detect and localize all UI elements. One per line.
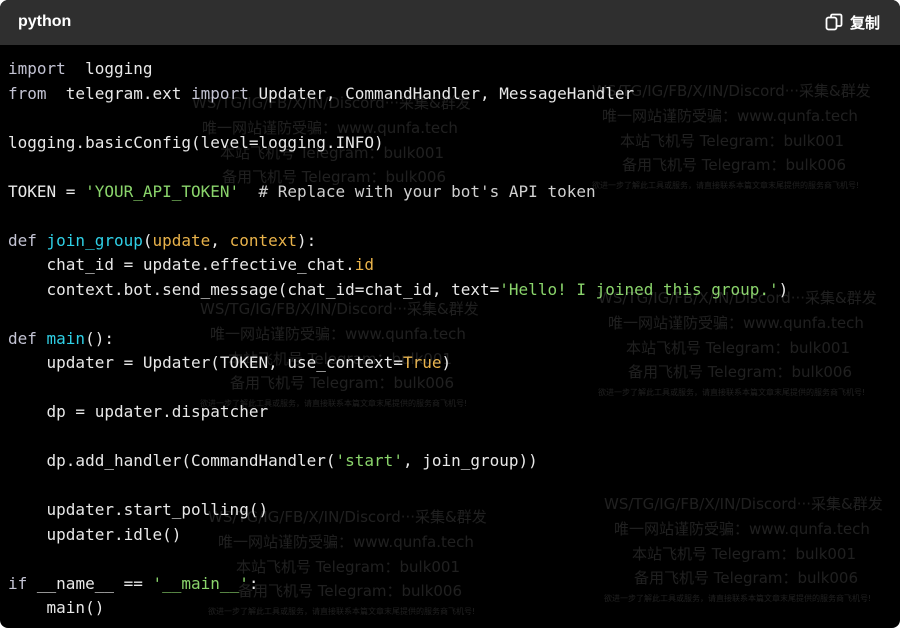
code-token: 'YOUR_API_TOKEN' [85,181,240,201]
code-token: dp.add_handler(CommandHandler( [8,451,336,470]
code-token: ) [441,353,452,372]
code-token: dp = updater.dispatcher [8,402,269,421]
code-token: : [248,573,259,593]
code-token: updater.start_polling() [8,500,269,519]
code-token: logging.basicConfig(level=logging.INFO) [8,132,384,152]
code-token: , [210,230,230,250]
code-line: dp = updater.dispatcher [8,402,269,421]
code-line: logging.basicConfig(level=logging.INFO) [8,133,384,152]
code-token: update [152,230,211,250]
code-token: '__main__' [152,573,249,593]
code-token: updater = Updater(TOKEN, use_context= [8,353,403,372]
code-token: __name__ == [36,573,153,593]
code-token: 'Hello! I joined this group.' [499,279,779,299]
code-token: import [8,59,66,78]
code-token: (): [85,328,114,348]
code-token: TOKEN = [8,181,86,201]
code-token: ( [142,230,153,250]
copy-button[interactable]: 复制 [825,11,880,33]
code-line: context.bot.send_message(chat_id=chat_id… [8,279,789,299]
code-token: import [191,83,249,103]
code-line: main() [8,598,105,617]
code-token: join_group [46,230,143,250]
code-token: from [8,83,47,103]
code-line: updater = Updater(TOKEN, use_context=Tru… [8,353,452,372]
code-line: dp.add_handler(CommandHandler('start', j… [8,451,538,470]
code-token: def [8,230,47,250]
code-token: main() [8,598,105,617]
code-line: updater.idle() [8,524,182,544]
copy-label: 复制 [849,13,880,32]
code-token: main [46,328,86,348]
code-token: # Replace with your bot's API token [239,181,596,201]
code-block-header: python 复制 [0,0,900,45]
code-token: , join_group)) [402,451,538,470]
code-token: context [229,230,297,250]
code-token: chat_id = update.effective_chat. [8,255,355,274]
code-line: import logging [8,59,153,78]
code-token: ): [297,230,317,250]
code-token: def [8,328,47,348]
code-token: ) [778,279,789,299]
code-token: True [402,353,442,372]
code-token: if [8,573,37,593]
code-token: telegram.ext [46,83,192,103]
code-content: import logging from telegram.ext import … [8,57,788,621]
code-line: from telegram.ext import Updater, Comman… [8,84,634,103]
code-line: chat_id = update.effective_chat.id [8,255,375,274]
code-line: def join_group(update, context): [8,231,316,250]
code-line: TOKEN = 'YOUR_API_TOKEN' # Replace with … [8,182,596,201]
language-label: python [18,13,72,30]
code-token: Updater, CommandHandler, MessageHandler [248,83,635,103]
code-token: 'start' [335,451,403,470]
code-line: updater.start_polling() [8,500,269,519]
code-token: updater.idle() [8,524,182,544]
copy-icon [825,13,843,31]
code-token: id [354,255,375,274]
code-token: context.bot.send_message(chat_id=chat_id… [8,279,500,299]
code-token: logging [65,59,153,78]
code-line: def main(): [8,329,114,348]
code-block: python 复制 import logging from telegram.e… [0,0,900,628]
code-line: if __name__ == '__main__': [8,574,258,593]
